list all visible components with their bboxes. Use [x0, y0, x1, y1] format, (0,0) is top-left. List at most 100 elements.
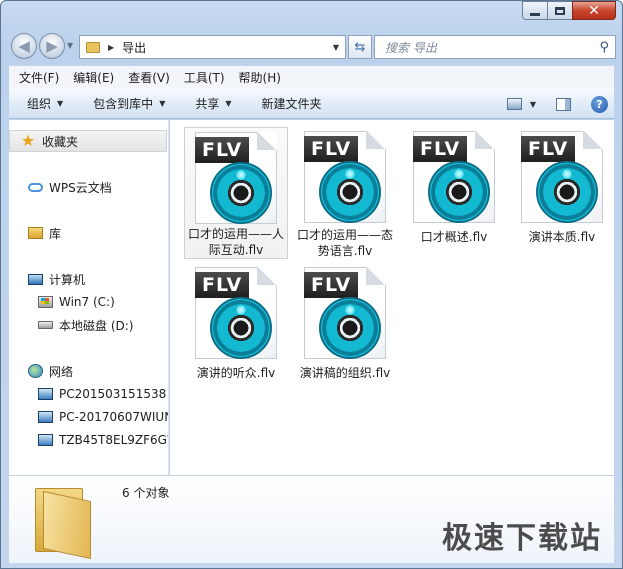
file-list: FLV 口才的运用——人际互动.flv FLV 口才的运用——态势语言.flv …: [170, 120, 614, 475]
film-reel-icon: [319, 297, 381, 359]
network-icon: [27, 363, 43, 379]
sidebar-item-label: PC201503151538: [59, 387, 167, 401]
sidebar-item-libraries[interactable]: 库: [9, 222, 61, 244]
flv-file-icon: FLV: [191, 132, 281, 224]
sidebar-item-label: 本地磁盘 (D:): [59, 318, 134, 333]
file-type-tag: FLV: [304, 272, 359, 298]
file-name[interactable]: 口才的运用——人际互动.flv: [184, 226, 288, 258]
file-name[interactable]: 演讲稿的组织.flv: [293, 365, 397, 381]
sidebar-item-label: 库: [49, 226, 62, 241]
sidebar-item-pc3[interactable]: TZB45T8EL9ZF6GW: [9, 429, 169, 451]
film-reel-icon: [428, 161, 490, 223]
menu-file[interactable]: 文件(F): [19, 69, 59, 86]
sidebar-item-label: 计算机: [49, 272, 86, 287]
back-button[interactable]: ◀: [11, 33, 37, 59]
refresh-button[interactable]: ⇆: [348, 35, 372, 59]
sidebar-item-pc2[interactable]: PC-20170607WIUN: [9, 406, 169, 428]
file-type-tag: FLV: [304, 136, 359, 162]
cloud-icon: [27, 179, 43, 195]
chevron-down-icon: ▼: [225, 99, 232, 108]
include-in-library-button[interactable]: 包含到库中 ▼: [93, 95, 165, 112]
help-icon[interactable]: ?: [591, 95, 608, 113]
navigation-row: ◀ ▶ ▼ ▶ 导出 ▼ ⇆ 搜索 导出 ⚲: [9, 31, 616, 61]
menu-tools[interactable]: 工具(T): [184, 69, 225, 86]
file-item[interactable]: FLV 口才的运用——态势语言.flv: [293, 127, 397, 259]
breadcrumb-chevron-icon[interactable]: ▶: [108, 43, 114, 52]
file-type-tag: FLV: [195, 272, 250, 298]
caption-buttons: ✕: [522, 1, 616, 20]
file-item[interactable]: FLV 演讲的听众.flv: [184, 263, 288, 395]
menu-edit[interactable]: 编辑(E): [73, 69, 114, 86]
share-label: 共享: [195, 97, 220, 111]
flv-file-icon: FLV: [409, 131, 499, 225]
new-folder-button[interactable]: 新建文件夹: [262, 95, 322, 112]
computer-icon: [37, 432, 53, 448]
search-box[interactable]: 搜索 导出 ⚲: [374, 35, 616, 59]
sidebar-item-drive-d[interactable]: 本地磁盘 (D:): [9, 314, 133, 336]
sidebar-item-label: WPS云文档: [49, 180, 112, 195]
search-placeholder[interactable]: 搜索 导出: [385, 39, 437, 56]
organize-label: 组织: [27, 97, 52, 111]
film-reel-icon: [536, 161, 598, 223]
chevron-down-icon: ▼: [57, 99, 64, 108]
navigation-pane: ★ 收藏夹 WPS云文档 库 计算机 Win7 (C:) 本地磁盘 (D:) 网…: [9, 120, 169, 475]
item-count: 6 个对象: [122, 486, 170, 500]
new-folder-label: 新建文件夹: [261, 97, 322, 111]
file-item[interactable]: FLV 口才概述.flv: [402, 127, 506, 259]
file-name[interactable]: 口才的运用——态势语言.flv: [293, 227, 397, 259]
change-view-icon[interactable]: [506, 98, 522, 110]
command-bar: 组织 ▼ 包含到库中 ▼ 共享 ▼ 新建文件夹 ▼ ?: [9, 89, 614, 119]
sidebar-item-label: 网络: [49, 364, 74, 379]
sidebar-item-pc1[interactable]: PC201503151538: [9, 383, 166, 405]
share-button[interactable]: 共享 ▼: [195, 95, 231, 112]
close-button[interactable]: ✕: [572, 1, 616, 20]
flv-file-icon: FLV: [191, 267, 281, 361]
library-icon: [27, 225, 43, 241]
file-item[interactable]: FLV 演讲稿的组织.flv: [293, 263, 397, 395]
sidebar-item-favorites[interactable]: ★ 收藏夹: [9, 130, 167, 152]
file-item[interactable]: FLV 口才的运用——人际互动.flv: [184, 127, 288, 259]
menu-view[interactable]: 查看(V): [128, 69, 170, 86]
computer-icon: [37, 409, 53, 425]
close-icon: ✕: [588, 2, 600, 19]
system-drive-icon: [37, 294, 53, 310]
file-name[interactable]: 演讲的听众.flv: [184, 365, 288, 381]
hard-drive-icon: [37, 317, 53, 333]
sidebar-item-computer[interactable]: 计算机: [9, 268, 85, 290]
file-type-tag: FLV: [521, 136, 576, 162]
refresh-icon: ⇆: [354, 39, 366, 55]
view-options-dropdown[interactable]: ▼: [530, 100, 536, 109]
maximize-button[interactable]: [547, 1, 573, 20]
file-type-tag: FLV: [195, 137, 250, 163]
address-dropdown-icon[interactable]: ▼: [333, 43, 339, 52]
recent-pages-dropdown[interactable]: ▼: [67, 41, 73, 50]
computer-icon: [37, 386, 53, 402]
explorer-window: ✕ ◀ ▶ ▼ ▶ 导出 ▼ ⇆ 搜索 导出 ⚲ 文件(F) 编辑(E) 查看(…: [0, 0, 623, 569]
breadcrumb-current[interactable]: 导出: [122, 39, 146, 56]
file-item[interactable]: FLV 演讲本质.flv: [510, 127, 614, 259]
view-controls: ▼ ?: [506, 89, 614, 119]
maximize-icon: [555, 6, 565, 15]
film-reel-icon: [210, 162, 272, 224]
address-bar[interactable]: ▶ 导出 ▼: [79, 35, 346, 59]
film-reel-icon: [210, 297, 272, 359]
forward-button[interactable]: ▶: [39, 33, 65, 59]
flv-file-icon: FLV: [517, 131, 607, 225]
folder-icon: [86, 41, 100, 53]
file-name[interactable]: 口才概述.flv: [402, 229, 506, 245]
sidebar-item-network[interactable]: 网络: [9, 360, 73, 382]
minimize-icon: [530, 12, 540, 16]
computer-icon: [27, 271, 43, 287]
sidebar-item-label: Win7 (C:): [59, 295, 115, 309]
sidebar-item-drive-c[interactable]: Win7 (C:): [9, 291, 115, 313]
organize-button[interactable]: 组织 ▼: [27, 95, 63, 112]
minimize-button[interactable]: [522, 1, 548, 20]
menu-help[interactable]: 帮助(H): [239, 69, 281, 86]
search-icon[interactable]: ⚲: [599, 40, 609, 55]
preview-pane-icon[interactable]: [556, 97, 571, 111]
sidebar-item-label: TZB45T8EL9ZF6GW: [59, 433, 169, 447]
sidebar-item-wps-cloud[interactable]: WPS云文档: [9, 176, 112, 198]
sidebar-item-label: PC-20170607WIUN: [59, 410, 169, 424]
forward-arrow-icon: ▶: [46, 37, 58, 55]
file-name[interactable]: 演讲本质.flv: [510, 229, 614, 245]
